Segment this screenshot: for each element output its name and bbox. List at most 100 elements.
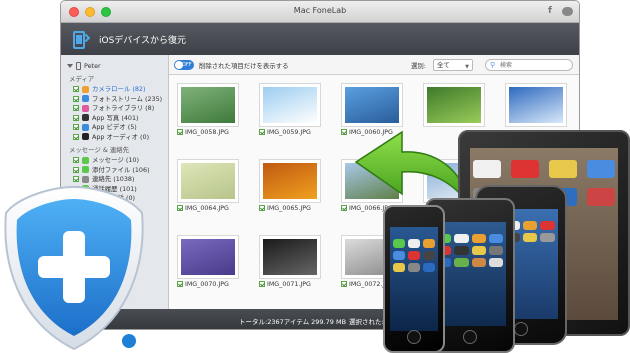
sidebar-item-label: フォトライブラリ (8) xyxy=(92,104,155,112)
search-input[interactable] xyxy=(500,60,570,70)
photo-image xyxy=(181,87,235,123)
recover-button[interactable] xyxy=(122,334,136,348)
toggle-state-label: OFF xyxy=(182,61,192,68)
checkbox[interactable] xyxy=(73,105,79,111)
photo-item[interactable]: IMG_0071.JPG xyxy=(259,235,321,291)
photo-item[interactable]: IMG_0059.JPG xyxy=(259,83,321,139)
app-icon xyxy=(587,188,615,206)
sidebar-item[interactable]: App 写真 (401) xyxy=(73,114,139,122)
sidebar-item[interactable]: カメラロール (82) xyxy=(73,85,146,93)
photo-item[interactable]: IMG_0064.JPG xyxy=(177,159,239,215)
photo-image xyxy=(509,87,563,123)
photo-caption: IMG_0071.JPG xyxy=(259,279,321,291)
photo-caption: IMG_0058.JPG xyxy=(177,127,239,139)
sidebar-item[interactable]: App オーディオ (0) xyxy=(73,133,149,141)
mode-header: iOSデバイスから復元 xyxy=(61,23,579,55)
sidebar-item-label: App オーディオ (0) xyxy=(92,132,150,141)
mode-title: iOSデバイスから復元 xyxy=(99,36,187,46)
photo-filename: IMG_0059.JPG xyxy=(267,129,311,136)
photo-thumbnail[interactable] xyxy=(505,83,567,127)
app-icon xyxy=(488,246,503,255)
sidebar-item-label: App 写真 (401) xyxy=(92,113,139,122)
facebook-icon[interactable]: f xyxy=(548,6,552,16)
sidebar-item[interactable]: App ビデオ (5) xyxy=(73,123,137,131)
app-icon xyxy=(423,239,435,248)
promo-stage: Mac FoneLab f iOSデバイスから復元 Peter メディア カメラロ… xyxy=(0,0,630,353)
photo-thumbnail[interactable] xyxy=(177,159,239,203)
photo-thumbnail[interactable] xyxy=(259,159,321,203)
checkbox[interactable] xyxy=(73,157,79,163)
photo-checkbox[interactable] xyxy=(259,205,265,211)
app-icon xyxy=(511,160,539,178)
photo-image xyxy=(263,163,317,199)
photo-thumbnail[interactable] xyxy=(177,235,239,279)
home-button xyxy=(514,322,528,336)
app-icon xyxy=(393,239,405,248)
filter-select[interactable]: 全て ▼ xyxy=(433,59,473,71)
app-icon xyxy=(408,263,420,272)
app-icon xyxy=(488,258,503,267)
sidebar-item-label: フォトストリーム (235) xyxy=(92,94,163,103)
checkbox[interactable] xyxy=(73,124,79,130)
app-icon xyxy=(522,233,538,242)
category-icon xyxy=(82,114,89,121)
app-icon xyxy=(408,251,420,260)
photo-image xyxy=(263,87,317,123)
photo-item[interactable]: IMG_0065.JPG xyxy=(259,159,321,215)
photo-thumbnail[interactable] xyxy=(177,83,239,127)
photo-checkbox[interactable] xyxy=(259,281,265,287)
category-icon xyxy=(82,156,89,164)
disclosure-triangle-icon[interactable] xyxy=(67,64,73,68)
photo-checkbox[interactable] xyxy=(341,129,347,135)
checkbox[interactable] xyxy=(73,95,79,102)
sidebar-item-label: カメラロール (82) xyxy=(92,85,146,93)
photo-checkbox[interactable] xyxy=(177,129,183,135)
app-icon xyxy=(471,234,486,243)
checkbox[interactable] xyxy=(73,176,79,182)
photo-thumbnail[interactable] xyxy=(259,83,321,127)
category-icon xyxy=(82,123,89,131)
filter-label: 選別: xyxy=(411,62,426,70)
app-icon xyxy=(454,246,469,255)
photo-checkbox[interactable] xyxy=(259,129,265,135)
filter-value: 全て xyxy=(437,61,450,69)
sidebar-item[interactable]: 添付ファイル (106) xyxy=(73,166,150,174)
checkbox[interactable] xyxy=(73,166,79,173)
photo-item[interactable]: IMG_0070.JPG xyxy=(177,235,239,291)
checkbox[interactable] xyxy=(73,86,79,92)
iphone-icon xyxy=(76,62,81,70)
photo-caption: IMG_0059.JPG xyxy=(259,127,321,139)
checkbox[interactable] xyxy=(73,133,79,140)
app-icon xyxy=(522,221,538,230)
iphone-5-app-grid xyxy=(393,239,435,272)
sidebar-item[interactable]: メッセージ (10) xyxy=(73,156,139,164)
deleted-only-label: 削除された項目だけを表示する xyxy=(199,62,289,70)
photo-checkbox[interactable] xyxy=(177,281,183,287)
photo-filename: IMG_0065.JPG xyxy=(267,205,311,212)
deleted-only-toggle[interactable]: OFF xyxy=(174,60,194,70)
device-name: Peter xyxy=(84,62,101,70)
device-node[interactable]: Peter xyxy=(67,62,101,70)
app-icon xyxy=(454,258,469,267)
sidebar-item[interactable]: フォトライブラリ (8) xyxy=(73,104,154,112)
photo-checkbox[interactable] xyxy=(341,281,347,287)
photo-thumbnail[interactable] xyxy=(259,235,321,279)
photo-image xyxy=(181,163,235,199)
app-icon xyxy=(471,258,486,267)
app-icon xyxy=(488,234,503,243)
photo-checkbox[interactable] xyxy=(177,205,183,211)
sidebar-item[interactable]: フォトストリーム (235) xyxy=(73,95,162,103)
photo-item[interactable]: IMG_0058.JPG xyxy=(177,83,239,139)
search-box[interactable]: ⚲ xyxy=(485,59,573,71)
photo-item[interactable] xyxy=(505,83,567,127)
photo-filename: IMG_0064.JPG xyxy=(185,205,229,212)
photo-checkbox[interactable] xyxy=(341,205,347,211)
status-total: トータル:2367アイテム 299.79 MB xyxy=(239,318,347,326)
chat-icon[interactable] xyxy=(562,7,573,16)
app-icon xyxy=(454,234,469,243)
category-icon xyxy=(82,95,89,102)
checkbox[interactable] xyxy=(73,114,79,121)
chevron-down-icon: ▼ xyxy=(465,64,469,70)
photo-caption: IMG_0064.JPG xyxy=(177,203,239,215)
sidebar-item[interactable]: 連絡先 (1038) xyxy=(73,175,134,183)
